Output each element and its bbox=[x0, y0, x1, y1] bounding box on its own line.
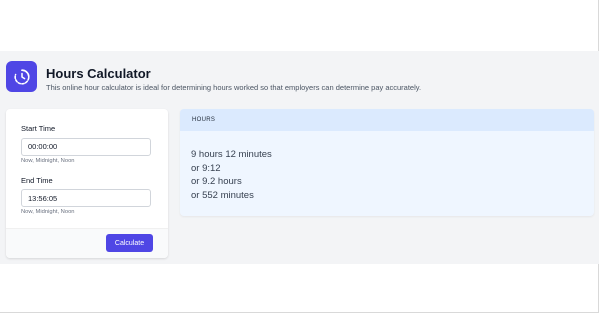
result-line: 9 hours 12 minutes bbox=[191, 149, 272, 160]
result-header: HOURS bbox=[180, 109, 594, 131]
result-line: or 552 minutes bbox=[191, 189, 254, 201]
end-time-shortcuts: Now, Midnight, Noon bbox=[21, 209, 75, 215]
end-time-label: End Time bbox=[21, 175, 53, 185]
result-line: or 9.2 hours bbox=[191, 176, 242, 187]
start-time-label: Start Time bbox=[21, 124, 56, 133]
start-now-link[interactable]: Now bbox=[21, 158, 32, 164]
start-time-input[interactable] bbox=[21, 137, 151, 156]
page-subtitle: This online hour calculator is ideal for… bbox=[46, 83, 422, 92]
result-card: HOURS 9 hours 12 minutes or 9:12 or 9.2 … bbox=[180, 109, 594, 216]
result-lines: 9 hours 12 minutes or 9:12 or 9.2 hours … bbox=[180, 131, 594, 202]
page-title: Hours Calculator bbox=[46, 66, 151, 81]
end-time-input[interactable] bbox=[21, 189, 151, 207]
start-midnight-link[interactable]: Midnight bbox=[36, 158, 58, 164]
end-noon-link[interactable]: Noon bbox=[61, 209, 75, 215]
form-footer: Calculate bbox=[6, 228, 168, 258]
calculate-button[interactable]: Calculate bbox=[106, 234, 153, 252]
time-form-card: Start Time Now, Midnight, Noon End Time … bbox=[6, 109, 168, 258]
start-time-shortcuts: Now, Midnight, Noon bbox=[21, 157, 75, 164]
start-noon-link[interactable]: Noon bbox=[61, 158, 75, 164]
clock-icon bbox=[6, 61, 37, 92]
result-line: or 9:12 bbox=[191, 162, 221, 174]
end-midnight-link[interactable]: Midnight bbox=[36, 209, 58, 215]
end-now-link[interactable]: Now bbox=[21, 209, 32, 215]
page-header: Hours Calculator This online hour calcul… bbox=[6, 61, 421, 95]
